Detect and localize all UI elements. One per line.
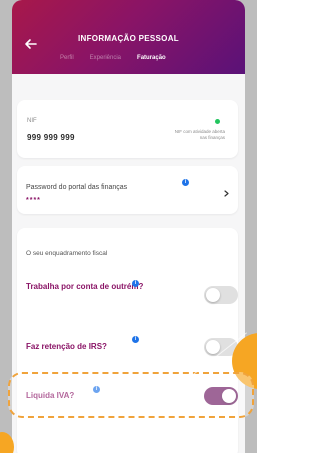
question-irs: Faz retenção de IRS? bbox=[26, 342, 107, 351]
toggle-knob bbox=[206, 340, 220, 354]
tab-perfil[interactable]: Perfil bbox=[60, 55, 74, 61]
nif-value: 999 999 999 bbox=[27, 133, 75, 142]
header: INFORMAÇÃO PESSOAL Perfil Experiência Fa… bbox=[12, 0, 245, 74]
tab-faturacao[interactable]: Faturação bbox=[137, 55, 166, 61]
screen: INFORMAÇÃO PESSOAL Perfil Experiência Fa… bbox=[0, 0, 257, 453]
highlight-frame bbox=[8, 372, 254, 418]
info-icon[interactable]: i bbox=[132, 336, 139, 343]
password-card[interactable]: Password do portal das finanças i **** bbox=[17, 166, 238, 214]
nif-label: NIF bbox=[27, 118, 37, 124]
fiscal-section-title: O seu enquadramento fiscal bbox=[26, 250, 108, 257]
password-value: **** bbox=[26, 197, 41, 204]
chevron-right-icon[interactable] bbox=[223, 190, 230, 197]
tab-experiencia[interactable]: Experiência bbox=[90, 55, 121, 61]
fiscal-card: O seu enquadramento fiscal Trabalha por … bbox=[17, 228, 238, 453]
toggle-knob bbox=[206, 288, 220, 302]
tab-bar: Perfil Experiência Faturação bbox=[60, 55, 166, 61]
nif-status-text: NIF com atividade aberta nas finanças bbox=[174, 129, 225, 140]
info-icon[interactable]: i bbox=[182, 179, 189, 186]
password-label: Password do portal das finanças bbox=[26, 184, 128, 191]
status-dot-icon bbox=[215, 119, 220, 124]
nif-card: NIF 999 999 999 NIF com atividade aberta… bbox=[17, 100, 238, 158]
info-icon[interactable]: i bbox=[132, 280, 139, 287]
question-trabalha: Trabalha por conta de outrém? bbox=[26, 282, 144, 291]
toggle-trabalha[interactable] bbox=[204, 286, 238, 304]
page-title: INFORMAÇÃO PESSOAL bbox=[78, 34, 179, 43]
